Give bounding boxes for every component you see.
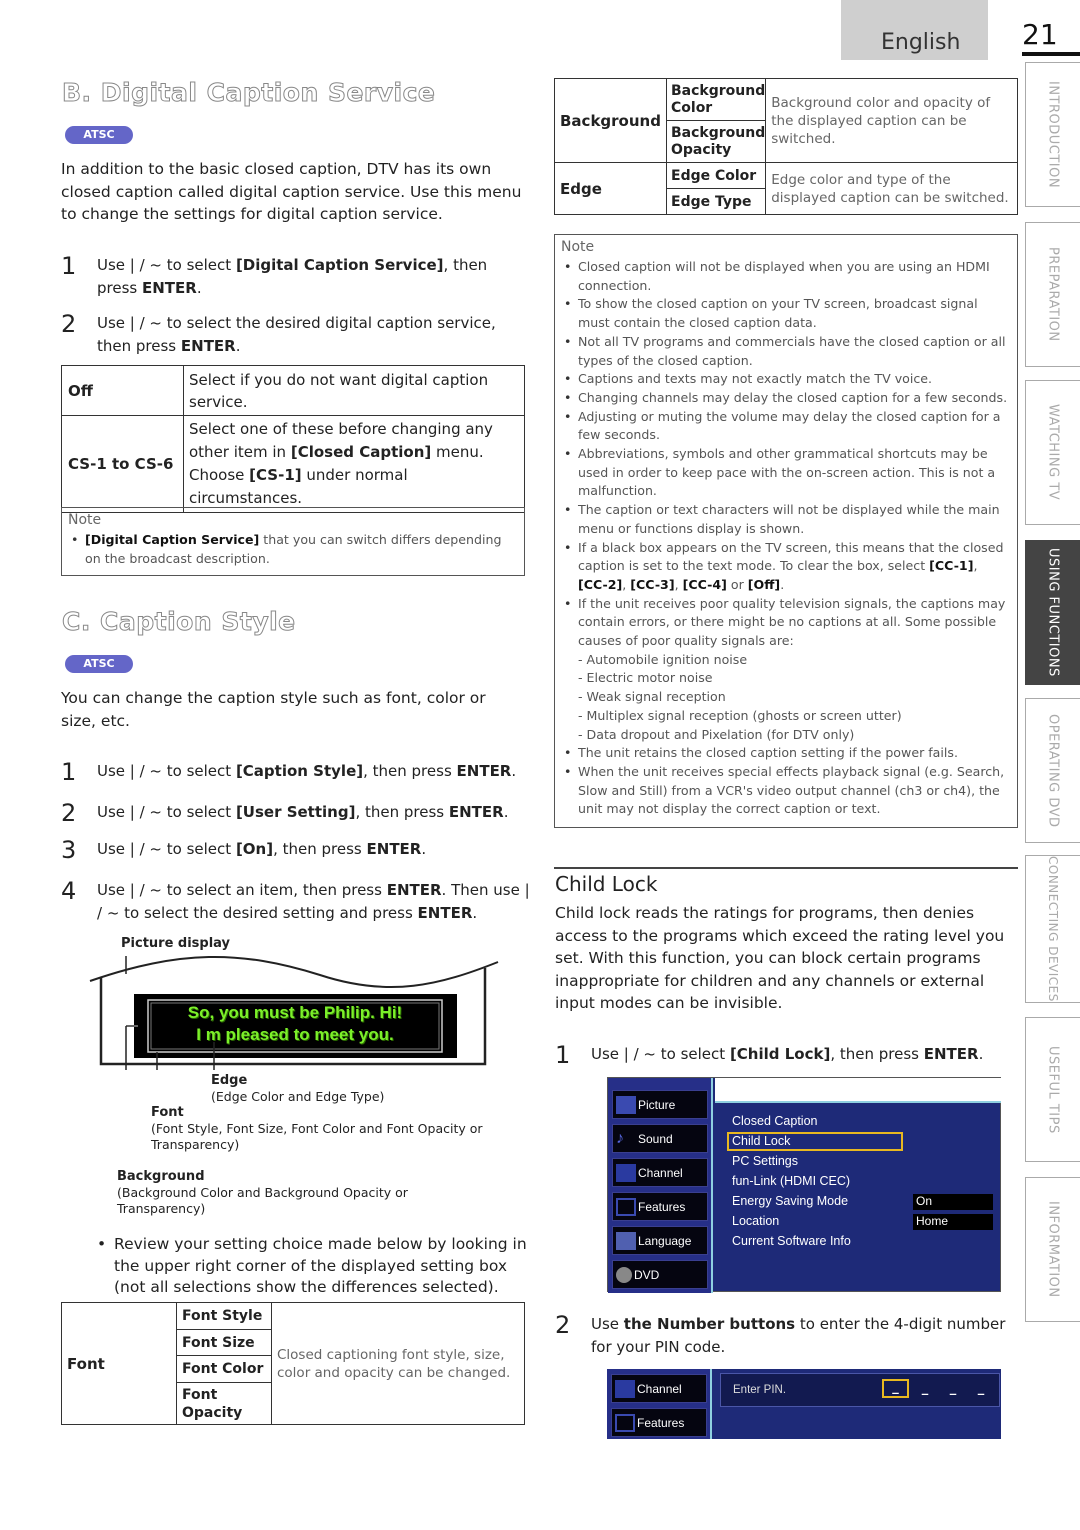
font-style-table: Font Font Style Closed captioning font s… (61, 1302, 525, 1425)
list-item: - Multiplex signal reception (ghosts or … (578, 707, 902, 723)
menu-option-location[interactable]: Location (732, 1214, 779, 1228)
list-item: If the unit receives poor quality televi… (561, 595, 1011, 651)
child-lock-intro: Child lock reads the ratings for program… (555, 904, 1005, 1012)
pin-digit-2[interactable]: _ (915, 1381, 935, 1396)
edge-label: Edge (211, 1073, 248, 1088)
menu-option-fun-link[interactable]: fun-Link (HDMI CEC) (732, 1174, 850, 1188)
section-b-intro: In addition to the basic closed caption,… (61, 160, 522, 223)
table-row: Off Select if you do not want digital ca… (61, 365, 525, 416)
background-desc: (Background Color and Background Opacity… (117, 1185, 408, 1216)
section-c-step-3: 3 Use | / ~ to select [On], then press E… (61, 836, 427, 864)
section-c-step-4: 4 Use | / ~ to select an item, then pres… (61, 877, 530, 922)
language-label: English (881, 30, 961, 55)
font-label: Font (151, 1105, 184, 1120)
atsc-badge: ATSC (65, 126, 133, 144)
picture-icon (616, 1095, 636, 1114)
section-c-step-2: 2 Use | / ~ to select [User Setting], th… (61, 799, 509, 827)
menu-item-features[interactable]: Features (612, 1192, 708, 1221)
menu-option-pc-settings[interactable]: PC Settings (732, 1154, 798, 1168)
table-row: CS-1 to CS-6 Select one of these before … (61, 415, 525, 513)
pin-prompt: Enter PIN. (733, 1384, 787, 1396)
note-closed-caption: Note Closed caption will not be displaye… (554, 234, 1018, 828)
menu-option-software-info[interactable]: Current Software Info (732, 1234, 851, 1248)
side-tab-preparation[interactable]: PREPARATION (1025, 222, 1080, 367)
tv-screen-outline (89, 956, 499, 1070)
list-item: Not all TV programs and commercials have… (561, 333, 1011, 370)
font-desc: (Font Style, Font Size, Font Color and F… (151, 1121, 483, 1152)
menu-item-picture[interactable]: Picture (612, 1090, 708, 1119)
page-number: 21 (1022, 18, 1058, 51)
side-tab-useful-tips[interactable]: USEFUL TIPS (1025, 1017, 1080, 1162)
side-tab-operating-dvd[interactable]: OPERATING DVD (1025, 698, 1080, 843)
menu-option-energy-saving[interactable]: Energy Saving Mode (732, 1194, 848, 1208)
caption-style-diagram: Picture display So, you must be Philip. … (60, 930, 530, 1230)
side-tab-connecting-devices[interactable]: CONNECTING DEVICES (1025, 855, 1080, 1003)
side-tab-introduction[interactable]: INTRODUCTION (1025, 62, 1080, 207)
pin-digit-4[interactable]: _ (971, 1381, 991, 1396)
menu-item-channel[interactable]: Channel (612, 1158, 708, 1187)
disc-icon (616, 1266, 632, 1283)
sound-icon: ♪ (616, 1129, 624, 1147)
menu-item-dvd[interactable]: DVD (612, 1260, 708, 1289)
review-note: • Review your setting choice made below b… (97, 1235, 527, 1296)
list-item: - Automobile ignition noise (578, 651, 748, 667)
list-item: If a black box appears on the TV screen,… (561, 539, 1011, 595)
pin-digit-1[interactable]: _ (882, 1379, 909, 1398)
child-lock-step-1: 1 Use | / ~ to select [Child Lock], then… (555, 1041, 984, 1069)
pin-entry-screenshot: Channel Features Enter PIN. _ _ _ _ (607, 1369, 1001, 1439)
caption-service-table: Off Select if you do not want digital ca… (61, 365, 525, 513)
list-item: - Data dropout and Pixelation (for DTV o… (578, 726, 855, 742)
menu-item-sound[interactable]: ♪ Sound (612, 1124, 708, 1153)
atsc-badge: ATSC (65, 655, 133, 673)
side-tab-information[interactable]: INFORMATION (1025, 1177, 1080, 1322)
list-item: The caption or text characters will not … (561, 501, 1011, 538)
menu-item-features[interactable]: Features (611, 1408, 707, 1437)
list-item: Captions and texts may not exactly match… (561, 370, 1011, 389)
tv-menu-screenshot: Picture ♪ Sound Channel Features Language… (607, 1077, 1001, 1293)
background-label: Background (117, 1169, 205, 1184)
list-item: The unit retains the closed caption sett… (561, 744, 1011, 763)
note-digital-caption: Note [Digital Caption Service] that you … (61, 507, 525, 576)
side-tab-using-functions[interactable]: USING FUNCTIONS (1025, 540, 1080, 685)
background-edge-table: Background Background Color Background c… (554, 78, 1018, 215)
side-tab-watching-tv[interactable]: WATCHING TV (1025, 380, 1080, 525)
section-c-step-1: 1 Use | / ~ to select [Caption Style], t… (61, 758, 517, 786)
section-b-title: B. Digital Caption Service (61, 78, 436, 108)
section-b-step-2: 2 Use | / ~ to select the desired digita… (61, 310, 496, 355)
list-item: Closed caption will not be displayed whe… (561, 258, 1011, 295)
child-lock-title: Child Lock (555, 872, 658, 896)
caption-sample-line-2: I m pleased to meet you. (196, 1025, 394, 1044)
menu-item-language[interactable]: Language (612, 1226, 708, 1255)
menu-item-channel[interactable]: Channel (611, 1374, 707, 1403)
language-tab: English (841, 0, 988, 60)
caption-sample-line-1: So, you must be Philip. Hi! (187, 1003, 403, 1022)
list-item: - Weak signal reception (578, 689, 726, 705)
energy-saving-value: On (913, 1194, 993, 1210)
menu-option-closed-caption[interactable]: Closed Caption (732, 1114, 817, 1128)
child-lock-step-2: 2 Use the Number buttons to enter the 4-… (555, 1311, 1006, 1356)
list-item: - Electric motor noise (578, 670, 713, 686)
pin-digit-3[interactable]: _ (943, 1381, 963, 1396)
menu-option-child-lock-label: Child Lock (732, 1134, 791, 1148)
edge-desc: (Edge Color and Edge Type) (211, 1089, 385, 1104)
features-icon (615, 1413, 635, 1432)
section-b-step-1: 1 Use | / ~ to select [Digital Caption S… (61, 252, 488, 297)
channel-icon (615, 1379, 635, 1398)
language-icon (616, 1231, 636, 1250)
list-item: Abbreviations, symbols and other grammat… (561, 445, 1011, 501)
channel-icon (616, 1163, 636, 1182)
page-number-rule (1022, 52, 1080, 56)
list-item: When the unit receives special effects p… (561, 763, 1011, 819)
child-lock-divider (554, 867, 1018, 869)
features-icon (616, 1197, 636, 1216)
section-c-intro: You can change the caption style such as… (61, 689, 486, 730)
list-item: Changing channels may delay the closed c… (561, 389, 1011, 408)
location-value: Home (913, 1214, 993, 1230)
list-item: Adjusting or muting the volume may delay… (561, 408, 1011, 445)
section-c-title: C. Caption Style (62, 607, 296, 637)
list-item: To show the closed caption on your TV sc… (561, 295, 1011, 332)
